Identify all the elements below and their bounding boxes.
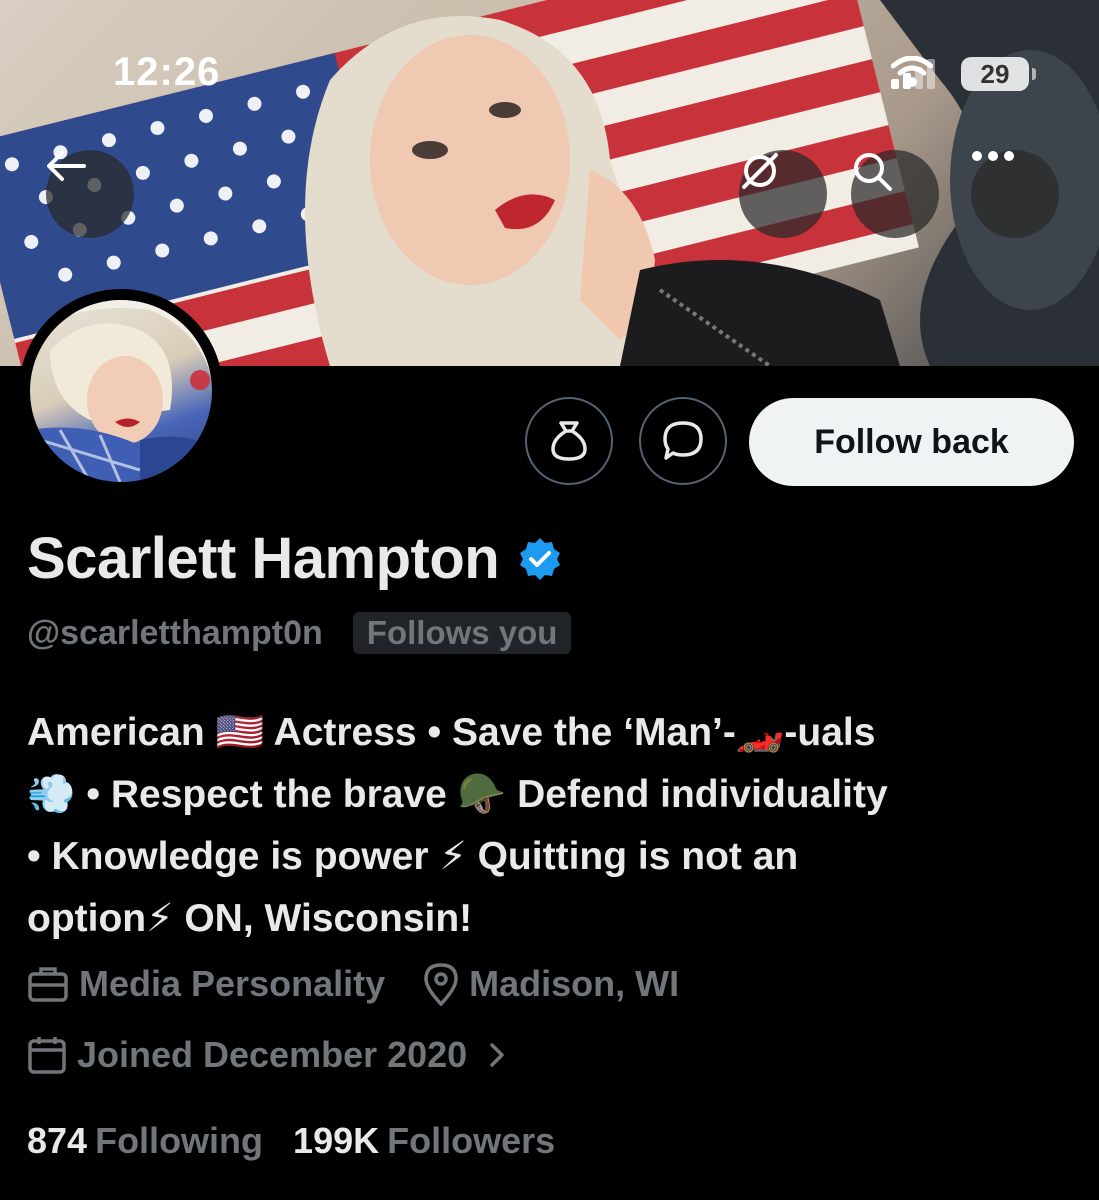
followers-count: 199K (293, 1120, 380, 1161)
display-name: Scarlett Hampton (27, 526, 500, 591)
arrow-left-icon (47, 151, 86, 181)
following-count: 874 (27, 1120, 88, 1161)
briefcase-icon (28, 967, 68, 1002)
grok-button[interactable] (739, 150, 827, 238)
profession-label: Media Personality (79, 963, 386, 1004)
back-button[interactable] (46, 150, 134, 238)
bio-line: • Knowledge is power ⚡ Quitting is not a… (27, 835, 799, 878)
location: Madison, WI (423, 962, 679, 1006)
following-label: Following (95, 1120, 264, 1161)
bio: American 🇺🇸 Actress • Save the ‘Man’-🏎️-… (27, 702, 1077, 950)
location-label: Madison, WI (469, 963, 680, 1004)
user-handle: @scarletthampt0n (27, 613, 323, 652)
grok-icon (742, 153, 778, 189)
calendar-icon (28, 1037, 66, 1074)
followers-link[interactable]: 199K Followers (293, 1120, 555, 1162)
name-row: Scarlett Hampton (27, 525, 563, 592)
follow-back-button[interactable]: Follow back (749, 398, 1074, 486)
chat-bubble-icon (663, 421, 703, 460)
chevron-right-icon (490, 1043, 504, 1067)
location-pin-icon (424, 963, 458, 1006)
money-bag-icon (551, 421, 587, 461)
search-button[interactable] (851, 150, 939, 238)
more-button[interactable] (971, 150, 1059, 238)
avatar[interactable] (19, 289, 223, 493)
follow-stats: 874 Following 199K Followers (27, 1120, 555, 1162)
joined-label: Joined December 2020 (77, 1034, 468, 1075)
bio-line: 💨 • Respect the brave 🪖 Defend individua… (27, 773, 888, 816)
meta-row: Media Personality Madison, WI (27, 962, 679, 1006)
handle-row: @scarletthampt0n Follows you (27, 612, 572, 654)
joined-date[interactable]: Joined December 2020 (27, 1034, 507, 1076)
tip-button[interactable] (525, 397, 613, 485)
followers-label: Followers (387, 1120, 556, 1161)
avatar-image (30, 300, 212, 482)
message-button[interactable] (639, 397, 727, 485)
joined-row[interactable]: Joined December 2020 (27, 1034, 507, 1076)
profession: Media Personality (27, 963, 385, 1005)
search-icon (854, 153, 892, 191)
status-icons: 29 (891, 56, 1036, 92)
more-icon (972, 151, 1014, 161)
bio-line: American 🇺🇸 Actress • Save the ‘Man’-🏎️-… (27, 711, 876, 754)
verified-badge-icon[interactable] (517, 536, 563, 582)
battery-indicator: 29 (961, 57, 1036, 91)
wifi-icon (891, 56, 933, 87)
bio-line: option⚡ ON, Wisconsin! (27, 897, 473, 940)
following-link[interactable]: 874 Following (27, 1120, 263, 1162)
follows-you-badge: Follows you (352, 612, 572, 654)
status-time: 12:26 (113, 50, 221, 94)
